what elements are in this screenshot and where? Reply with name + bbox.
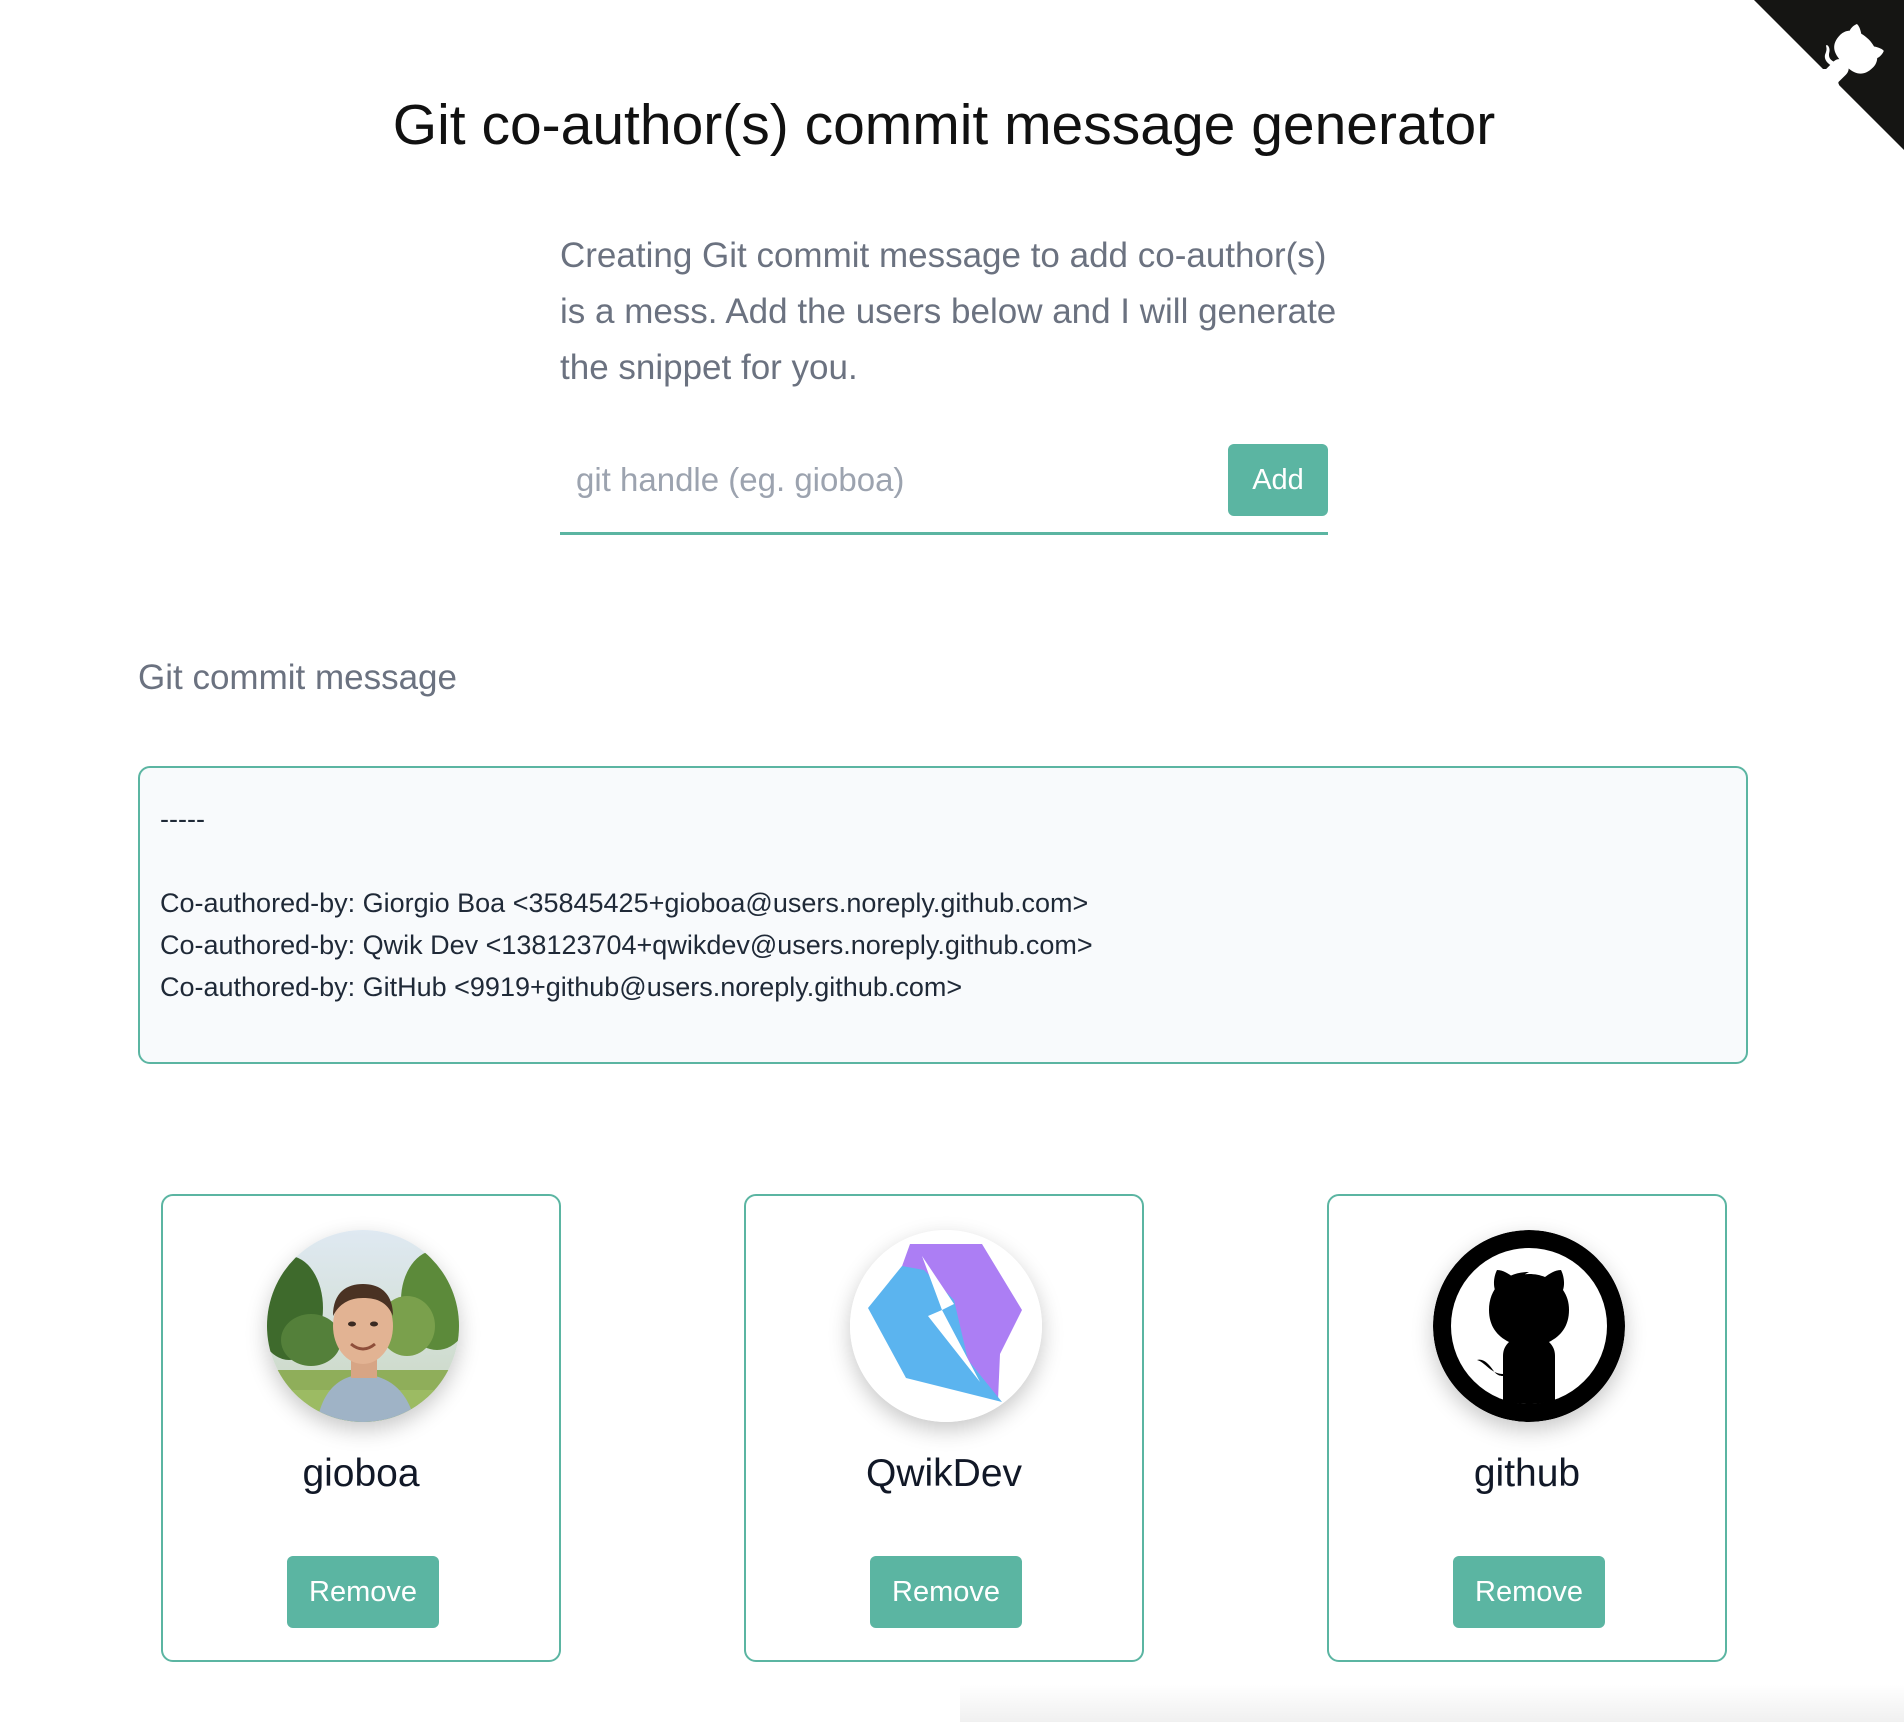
user-handle: github [1473,1452,1581,1495]
remove-button[interactable]: Remove [1453,1556,1605,1628]
person-photo [267,1230,459,1422]
add-button[interactable]: Add [1228,444,1328,516]
user-cards: gioboa Remove QwikDev Remove github Remo… [161,1194,1727,1662]
commit-separator: ----- [160,804,205,834]
user-card-github: github Remove [1327,1194,1727,1662]
page-title: Git co-author(s) commit message generato… [392,93,1496,157]
qwik-logo-icon [850,1230,1042,1422]
user-handle: gioboa [302,1452,420,1495]
avatar-qwikdev [850,1230,1042,1422]
intro-text: Creating Git commit message to add co-au… [560,236,1337,387]
remove-button[interactable]: Remove [870,1556,1022,1628]
user-handle: QwikDev [865,1452,1023,1495]
page: Git co-author(s) commit message generato… [0,0,1904,1722]
commit-message-box[interactable]: ----- Co-authored-by: Giorgio Boa <35845… [138,766,1748,1064]
co-author-line: Co-authored-by: GitHub <9919+github@user… [160,972,963,1002]
co-author-line: Co-authored-by: Qwik Dev <138123704+qwik… [160,930,1093,960]
add-user-form: Add [560,444,1328,535]
avatar-gioboa [267,1230,459,1422]
git-handle-input[interactable] [560,444,1218,516]
co-author-line: Co-authored-by: Giorgio Boa <35845425+gi… [160,888,1089,918]
remove-button[interactable]: Remove [287,1556,439,1628]
github-octocat-icon [1433,1230,1625,1422]
user-card-qwikdev: QwikDev Remove [744,1194,1144,1662]
commit-message-label: Git commit message [138,658,457,697]
bottom-edge-shadow [960,1684,1904,1722]
avatar-github [1433,1230,1625,1422]
commit-blank-line [160,840,1726,882]
user-card-gioboa: gioboa Remove [161,1194,561,1662]
